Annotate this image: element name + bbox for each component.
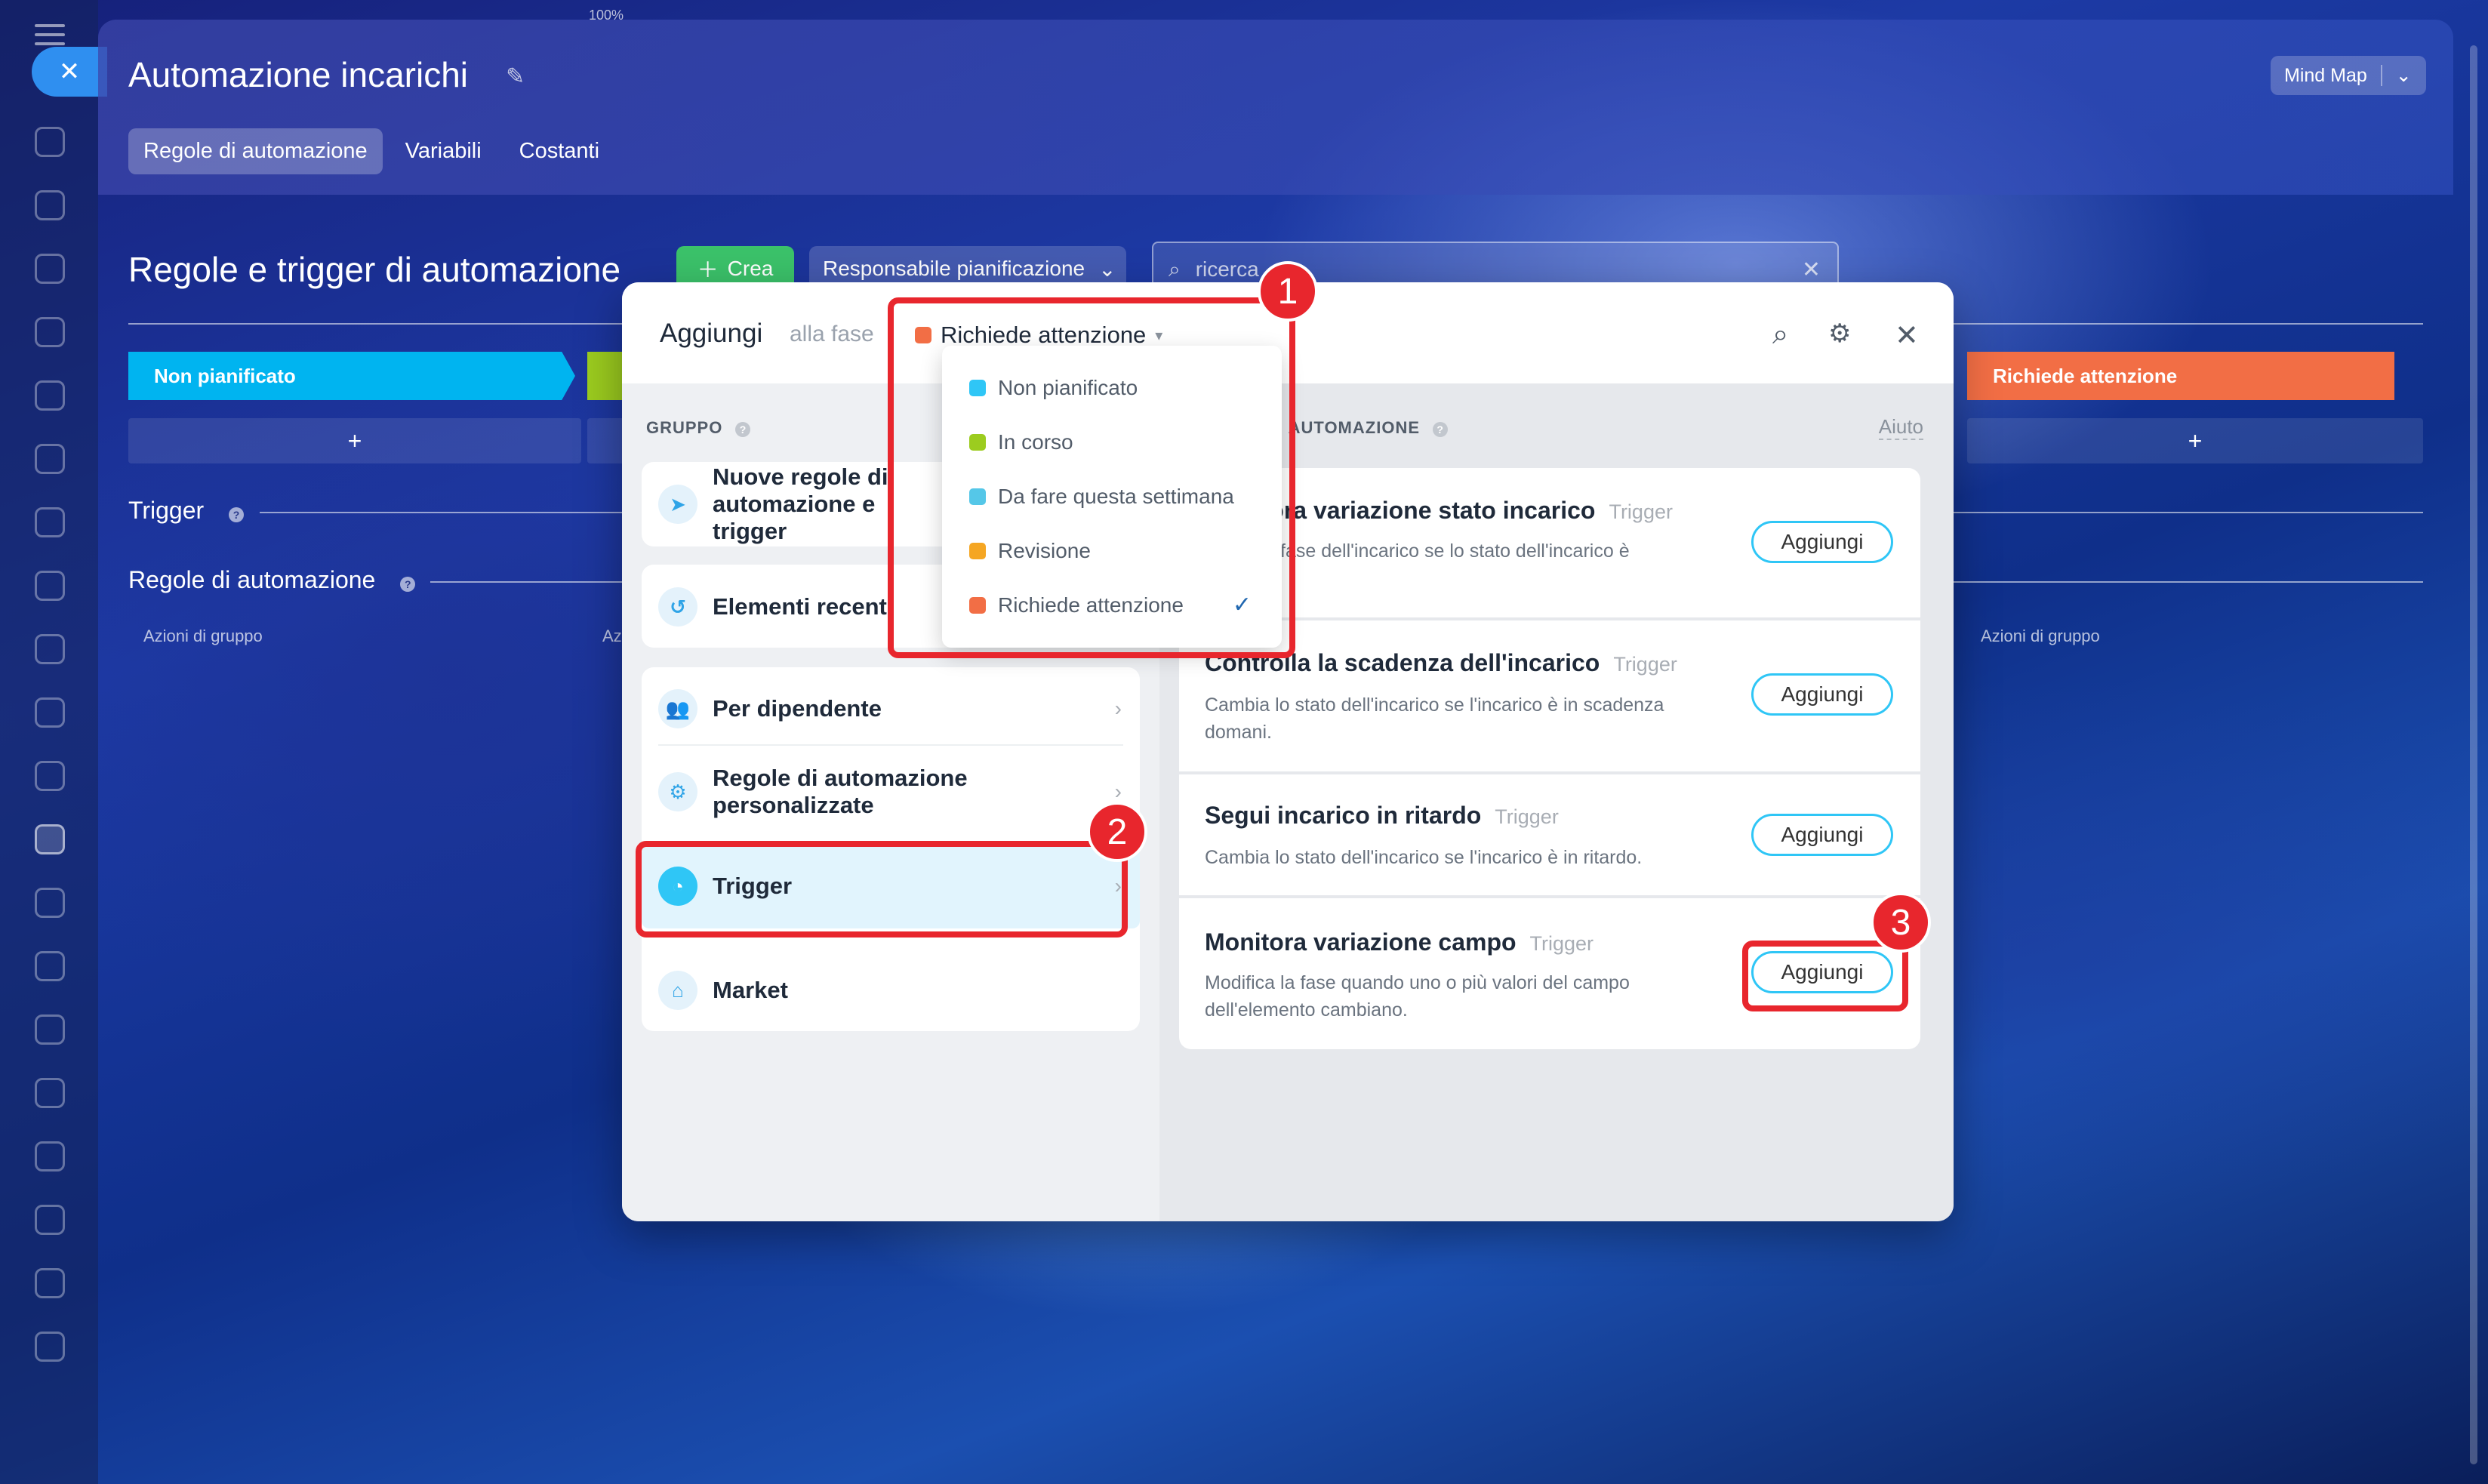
modal-subtitle: alla fase (790, 322, 874, 346)
trigger-label: Trigger ? (128, 497, 245, 525)
group-item-custom-rules[interactable]: ⚙ Regole di automazione personalizzate › (642, 758, 1140, 826)
history-icon: ↺ (658, 587, 697, 627)
market-icon: ⌂ (658, 971, 697, 1010)
file-icon[interactable] (35, 507, 65, 537)
chevron-down-icon: ⌄ (2395, 65, 2412, 86)
robot-icon: ⚙ (658, 772, 697, 811)
cart-icon[interactable] (35, 1141, 65, 1171)
callout-badge-3: 3 (1871, 892, 1931, 953)
add-rule-button[interactable]: + (128, 418, 581, 463)
edit-icon[interactable] (35, 1205, 65, 1235)
trigger-tag: Trigger (1495, 805, 1559, 828)
tab-variables[interactable]: Variabili (390, 128, 497, 174)
pin-icon[interactable]: ✎ (506, 63, 525, 90)
drive-icon[interactable] (35, 634, 65, 664)
chevron-right-icon: › (1114, 780, 1122, 803)
left-rail (0, 0, 98, 1484)
settings-sliders-icon[interactable]: ⚙ (1828, 319, 1851, 349)
pen-icon[interactable] (35, 1268, 65, 1298)
close-slider-button[interactable]: ✕ (32, 47, 107, 97)
chat-icon[interactable] (35, 190, 65, 220)
callout-badge-2: 2 (1087, 802, 1147, 862)
clear-search-icon[interactable]: ✕ (1802, 257, 1821, 283)
add-rule-button[interactable]: + (1967, 418, 2423, 463)
close-icon[interactable]: ✕ (1895, 319, 1919, 353)
group-item-by-employee[interactable]: 👥 Per dipendente › (642, 684, 1140, 734)
close-icon: ✕ (58, 57, 81, 86)
tab-constants[interactable]: Costanti (504, 128, 614, 174)
callout-badge-1: 1 (1258, 261, 1318, 322)
trigger-description: Cambia lo stato dell'incarico se l'incar… (1205, 694, 1664, 743)
trigger-title: Monitora variazione campo (1205, 928, 1517, 956)
group-label: GRUPPO ? (646, 418, 751, 438)
add-trigger-button[interactable]: Aggiungi (1751, 673, 1893, 716)
help-icon[interactable]: ? (735, 422, 751, 437)
stage-non-pianificato[interactable]: Non pianificato (128, 352, 575, 400)
help-icon[interactable]: ? (229, 507, 245, 522)
rules-label: Regole di automazione ? (128, 566, 416, 594)
help-icon[interactable]: ? (400, 577, 416, 592)
tasks-active-icon[interactable] (35, 824, 65, 854)
trigger-icon: ◔ (658, 867, 697, 906)
chevron-right-icon: › (1114, 697, 1122, 720)
target-icon[interactable] (35, 1078, 65, 1108)
group-card: ⌂ Market (642, 948, 1140, 1031)
schedule-icon[interactable] (35, 951, 65, 981)
search-icon: ⌕ (1169, 257, 1181, 281)
mindmap-button[interactable]: Mind Map ⌄ (2271, 56, 2426, 95)
trigger-description: Modifica la fase quando uno o più valori… (1205, 972, 1630, 1021)
add-trigger-button[interactable]: Aggiungi (1751, 814, 1893, 856)
page-title: Automazione incarichi (128, 55, 469, 94)
trigger-description: Cambia lo stato dell'incarico se l'incar… (1205, 847, 1643, 868)
sites-icon[interactable] (35, 317, 65, 347)
trigger-tag: Trigger (1529, 932, 1594, 955)
chevron-down-icon: ⌄ (1098, 257, 1116, 281)
group-item-trigger[interactable]: ◔ Trigger › (642, 865, 1140, 907)
callout-box-1 (888, 297, 1295, 658)
modal-title: Aggiungi (660, 319, 763, 348)
trigger-tag: Trigger (1609, 500, 1673, 523)
callout-box-3 (1742, 941, 1908, 1011)
add-trigger-button[interactable]: Aggiungi (1751, 521, 1893, 563)
help-link[interactable]: Aiuto (1878, 415, 1923, 440)
analytics-icon[interactable] (35, 1332, 65, 1362)
filter-icon[interactable] (35, 888, 65, 918)
board-icon[interactable] (35, 571, 65, 601)
scrollbar[interactable] (2470, 45, 2477, 1464)
plus-icon: ＋ (697, 258, 719, 282)
employees-icon[interactable] (35, 761, 65, 791)
store-icon[interactable] (35, 1014, 65, 1045)
rocket-icon: ➤ (658, 485, 697, 524)
trigger-title: Segui incarico in ritardo (1205, 802, 1482, 829)
group-actions-link[interactable]: Az (602, 627, 622, 646)
chevron-right-icon: › (1114, 874, 1122, 897)
tab-automation-rules[interactable]: Regole di automazione (128, 128, 383, 174)
search-icon[interactable]: ⌕ (1772, 319, 1788, 351)
trigger-tag: Trigger (1613, 653, 1677, 676)
section-title: Regole e trigger di automazione (128, 250, 621, 289)
calendar-icon[interactable] (35, 444, 65, 474)
stage-richiede-attenzione[interactable]: Richiede attenzione (1967, 352, 2394, 400)
mail-icon[interactable] (35, 697, 65, 728)
docs-icon[interactable] (35, 380, 65, 411)
trigger-card: Segui incarico in ritardo Trigger Cambia … (1179, 774, 1920, 895)
help-icon[interactable]: ? (1433, 422, 1449, 437)
group-actions-link[interactable]: Azioni di gruppo (1981, 627, 2100, 646)
crm-icon[interactable] (35, 254, 65, 284)
menu-icon[interactable] (35, 24, 65, 47)
group-actions-link[interactable]: Azioni di gruppo (143, 627, 263, 646)
tasks-icon[interactable] (35, 127, 65, 157)
users-icon: 👥 (658, 689, 697, 728)
tab-bar: Regole di automazione Variabili Costanti (128, 128, 614, 174)
group-item-market[interactable]: ⌂ Market (642, 969, 1140, 1011)
